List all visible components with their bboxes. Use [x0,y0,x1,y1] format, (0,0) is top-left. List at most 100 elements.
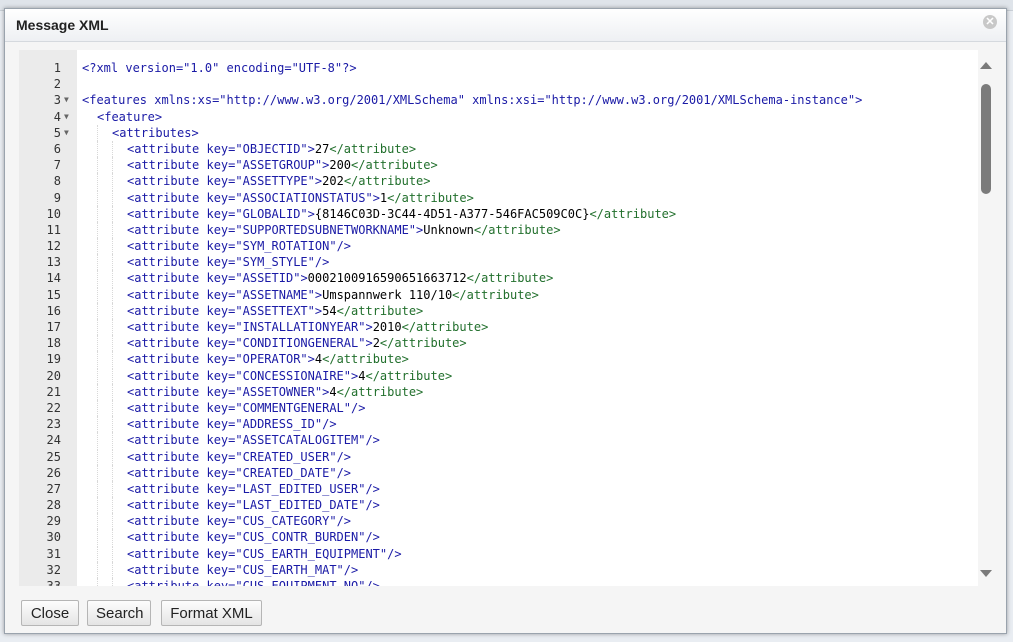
code-line: 1 <?xml version="1.0" encoding="UTF-8"?> [19,60,979,76]
token-close: </attribute> [387,190,474,205]
token-val: "CUS_CATEGORY" [235,514,337,529]
indent-guide [97,205,112,222]
token-punct: = [284,61,292,75]
code-line: 29 <attribute key="CUS_CATEGORY"/> [19,513,979,530]
close-button[interactable]: Close [21,600,79,626]
indent-guide [82,432,97,448]
token-punct: > [154,109,163,124]
indent-guide [97,124,112,141]
token-tag: attribute [134,206,207,221]
dialog-content: 1 <?xml version="1.0" encoding="UTF-8"?> 2… [5,42,1006,589]
code-line: 5 ▼ <attributes> [19,124,979,141]
token-close: </attribute> [329,141,417,156]
indent-guide [97,529,112,546]
indent-guide [112,351,127,368]
indent-guide [82,303,97,319]
indent-guide [97,545,112,562]
token-tag: attribute [134,449,207,464]
fold-arrow-icon[interactable]: ▼ [64,92,69,108]
code-text: <attribute key="ASSETID">000210091659065… [82,270,553,287]
code-line: 20 <attribute key="CONCESSIONAIRE">4</att… [19,367,979,384]
close-circle-icon[interactable]: ✕ [983,15,997,29]
token-tag: attribute [134,190,207,205]
indent-guide [82,368,97,384]
token-text: Umspannwerk 110/10 [322,287,453,302]
code-text: <attribute key="CUS_EQUIPMENT_NO"/> [82,578,380,586]
token-punct: /> [387,546,402,561]
line-number: 1 [53,61,61,75]
token-attr: key [206,384,229,399]
indent-guide [97,254,112,271]
code-text: <attribute key="CUS_CATEGORY"/> [82,513,351,530]
indent-guide [97,173,112,190]
code-text: <attribute key="GLOBALID">{8146C03D-3C44… [82,205,677,222]
indent-guide [82,449,97,465]
code-text: <attribute key="ADDRESS_ID"/> [82,416,337,433]
token-val: "ASSETTEXT" [235,303,315,318]
token-punct: <? [82,61,97,75]
search-button[interactable]: Search [87,600,151,626]
indent-guide [112,561,127,578]
code-text: <attribute key="ASSETOWNER">4</attribute… [82,383,423,400]
token-tag: attribute [134,352,207,367]
format-xml-button[interactable]: Format XML [161,600,262,626]
token-close: </attribute> [589,206,677,221]
token-tag: attribute [134,287,207,302]
indent-guide [82,109,97,125]
scrollbar-thumb[interactable] [981,84,991,194]
line-number: 29 [46,514,61,529]
token-attr: key [206,303,229,318]
token-attr: key [206,562,229,577]
code-line: 25 <attribute key="CREATED_USER"/> [19,448,979,465]
line-number: 4 [53,109,61,124]
token-punct: /> [365,579,380,586]
code-line: 24 <attribute key="ASSETCATALOGITEM"/> [19,432,979,449]
indent-guide [97,335,112,352]
indent-guide [82,384,97,400]
indent-guide [112,545,127,562]
indent-guide [97,399,112,416]
token-tag: attribute [134,530,207,545]
token-val: "ASSETID" [235,271,301,286]
token-tag: attribute [134,239,207,254]
fold-arrow-icon[interactable]: ▼ [64,109,69,125]
token-val: "SUPPORTEDSUBNETWORKNAME" [235,222,417,237]
token-tag: attribute [134,303,207,318]
token-val: "SYM_STYLE" [235,255,315,270]
xml-code-editor[interactable]: 1 <?xml version="1.0" encoding="UTF-8"?> 2… [19,50,979,586]
token-punct: /> [314,255,330,270]
token-text: 2 [372,336,380,351]
token-val: "CUS_CONTR_BURDEN" [235,530,366,545]
indent-guide [97,383,112,400]
token-punct: > [365,320,373,334]
line-number: 30 [46,530,61,545]
token-attr: key [206,433,229,448]
token-tag: attribute [134,417,207,432]
code-text: <attribute key="ASSETTYPE">202</attribut… [82,173,431,190]
indent-guide [82,173,97,189]
indent-guide [97,416,112,433]
scroll-up-arrow-icon[interactable] [980,62,992,69]
token-text: 4 [329,384,337,399]
code-line: 8 <attribute key="ASSETTYPE">202</attribu… [19,173,979,190]
fold-arrow-icon[interactable]: ▼ [64,125,69,141]
code-text: <features xmlns:xs="http://www.w3.org/20… [82,92,862,108]
indent-guide [112,497,127,514]
scroll-down-arrow-icon[interactable] [980,570,992,577]
vertical-scrollbar[interactable] [978,50,994,586]
token-val: "http://www.w3.org/2001/XMLSchema" [219,93,473,108]
line-number: 17 [46,320,61,334]
code-text: <attribute key="INSTALLATIONYEAR">2010</… [82,319,488,335]
code-text: <attribute key="CREATED_DATE"/> [82,464,351,481]
code-text: <attributes> [82,124,199,141]
line-number: 28 [46,498,61,513]
token-text: 200 [329,158,352,173]
indent-guide [97,221,112,238]
token-attr: key [206,239,229,254]
code-lines: 1 <?xml version="1.0" encoding="UTF-8"?> 2… [19,60,979,586]
token-attr: key [206,400,229,415]
indent-guide [112,464,127,481]
code-text: <feature> [82,109,162,125]
token-tag: attribute [134,514,207,529]
indent-guide [82,238,97,254]
